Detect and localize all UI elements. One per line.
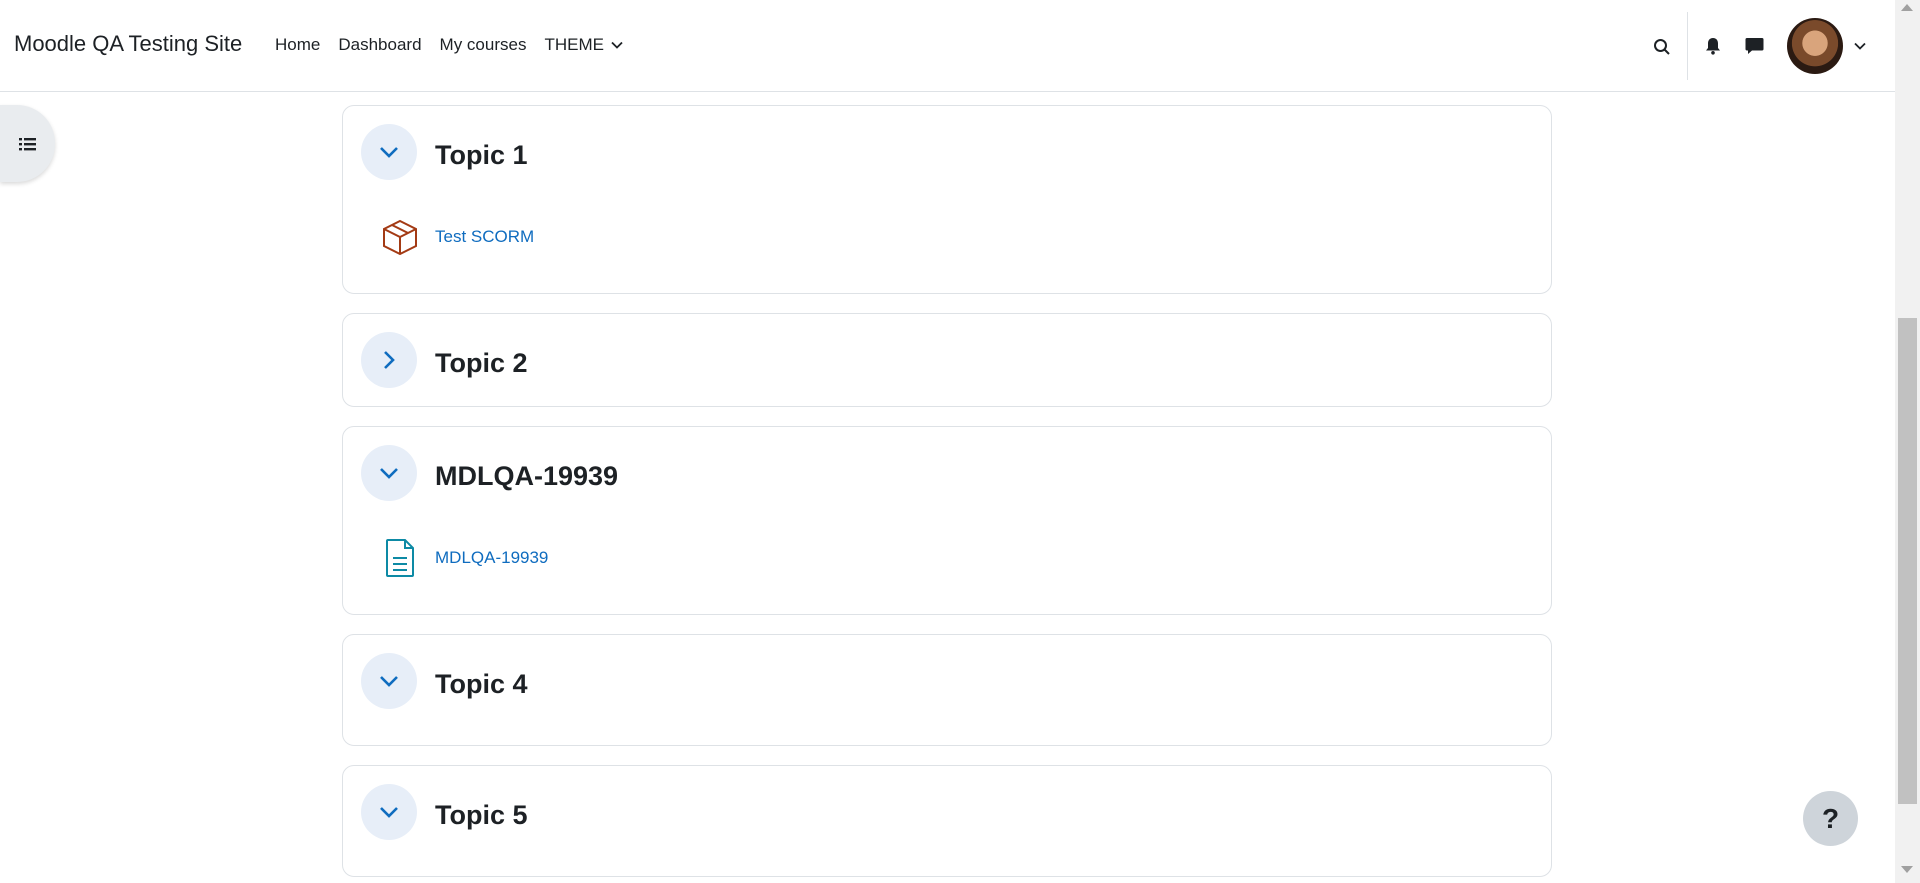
navbar-divider — [1687, 12, 1688, 80]
course-index-drawer-toggle[interactable] — [0, 105, 55, 182]
course-section: Topic 1 Test SCORM — [342, 105, 1552, 294]
top-navbar: Moodle QA Testing Site Home Dashboard My… — [0, 0, 1895, 92]
message-icon — [1745, 38, 1763, 54]
section-title[interactable]: MDLQA-19939 — [435, 461, 618, 492]
chevron-down-icon — [380, 147, 398, 158]
activity-item: MDLQA-19939 — [381, 537, 548, 579]
bell-icon — [1706, 38, 1720, 55]
section-collapse-toggle[interactable] — [361, 784, 417, 840]
help-button[interactable]: ? — [1803, 791, 1858, 846]
chevron-right-icon — [384, 351, 395, 369]
primary-navigation: Home Dashboard My courses THEME — [275, 35, 642, 55]
activity-link[interactable]: MDLQA-19939 — [435, 548, 548, 568]
chevron-down-icon — [1854, 42, 1866, 50]
section-title[interactable]: Topic 5 — [435, 800, 528, 831]
section-expand-toggle[interactable] — [361, 332, 417, 388]
scroll-up-arrow[interactable] — [1901, 4, 1913, 11]
section-collapse-toggle[interactable] — [361, 445, 417, 501]
user-avatar[interactable] — [1787, 18, 1843, 74]
scrollbar-thumb[interactable] — [1898, 318, 1917, 804]
notifications-button[interactable] — [1702, 35, 1724, 57]
section-collapse-toggle[interactable] — [361, 124, 417, 180]
activity-item: Test SCORM — [381, 218, 534, 256]
chevron-down-icon — [611, 41, 623, 49]
course-section: Topic 5 — [342, 765, 1552, 877]
course-section: MDLQA-19939 MDLQA-19939 — [342, 426, 1552, 615]
activity-link[interactable]: Test SCORM — [435, 227, 534, 247]
nav-my-courses[interactable]: My courses — [440, 35, 527, 55]
messages-button[interactable] — [1742, 35, 1766, 57]
nav-dashboard[interactable]: Dashboard — [338, 35, 421, 55]
chevron-down-icon — [380, 468, 398, 479]
chevron-down-icon — [380, 676, 398, 687]
scorm-package-icon — [383, 219, 417, 256]
search-icon — [1654, 39, 1670, 55]
site-name[interactable]: Moodle QA Testing Site — [14, 31, 242, 57]
chevron-down-icon — [380, 807, 398, 818]
list-icon — [18, 137, 36, 150]
search-button[interactable] — [1650, 35, 1674, 59]
section-title[interactable]: Topic 4 — [435, 669, 528, 700]
course-section: Topic 4 — [342, 634, 1552, 746]
section-title[interactable]: Topic 1 — [435, 140, 528, 171]
scroll-down-arrow[interactable] — [1901, 866, 1913, 873]
course-section: Topic 2 — [342, 313, 1552, 407]
nav-home[interactable]: Home — [275, 35, 320, 55]
nav-theme-label: THEME — [544, 35, 604, 54]
nav-theme-menu[interactable]: THEME — [544, 35, 624, 55]
page-icon — [386, 539, 414, 577]
user-menu-toggle[interactable] — [1850, 36, 1870, 56]
section-collapse-toggle[interactable] — [361, 653, 417, 709]
section-title[interactable]: Topic 2 — [435, 348, 528, 379]
